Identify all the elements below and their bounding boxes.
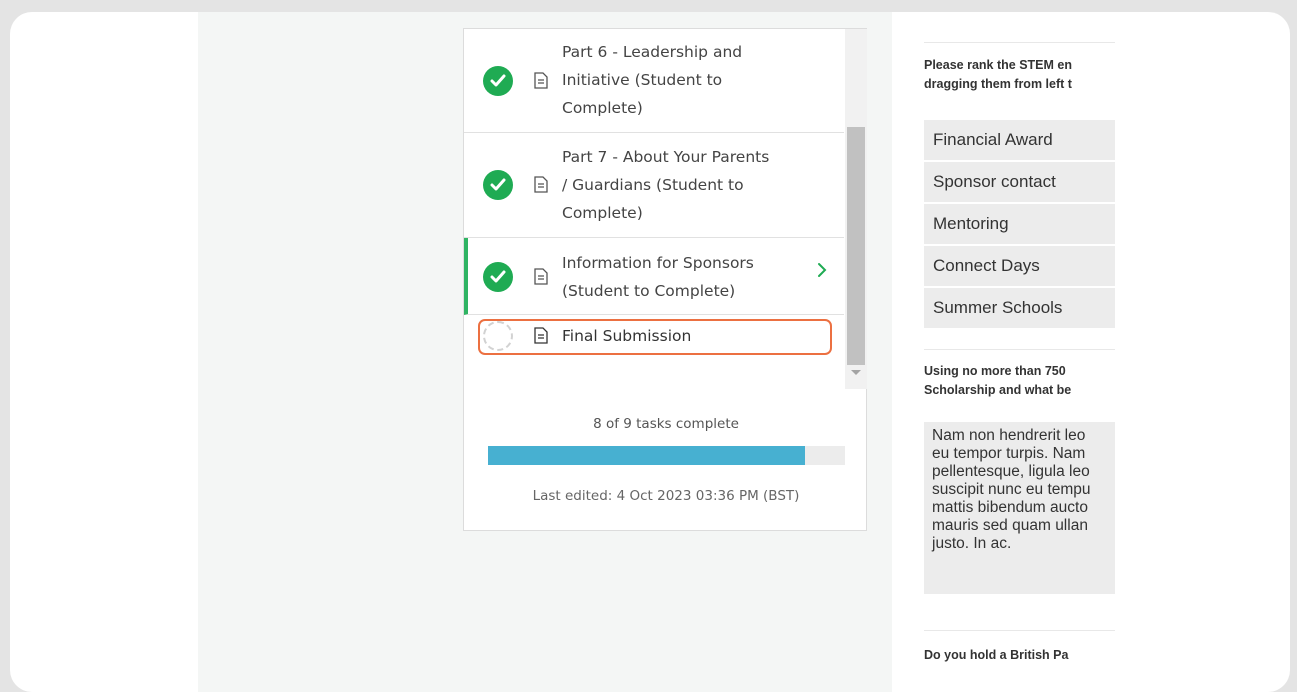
question-line: Please rank the STEM en bbox=[924, 58, 1072, 72]
task-item-information-for-sponsors[interactable]: Information for Sponsors (Student to Com… bbox=[464, 238, 844, 315]
progress-text: 8 of 9 tasks complete bbox=[593, 416, 739, 432]
passport-question: Do you hold a British Pa bbox=[924, 648, 1069, 662]
divider bbox=[924, 42, 1115, 43]
task-label: Information for Sponsors (Student to Com… bbox=[562, 249, 812, 305]
scroll-down-arrow-icon[interactable] bbox=[851, 370, 861, 375]
check-circle-icon bbox=[483, 170, 513, 200]
task-item-part-7[interactable]: Part 7 - About Your Parents / Guardians … bbox=[464, 133, 844, 238]
essay-question: Using no more than 750 Scholarship and w… bbox=[924, 362, 1115, 400]
rank-question: Please rank the STEM en dragging them fr… bbox=[924, 56, 1115, 94]
task-label-line: Complete) bbox=[562, 204, 643, 222]
rank-item-summer-schools[interactable]: Summer Schools bbox=[924, 288, 1115, 330]
task-label-line: (Student to Complete) bbox=[562, 282, 736, 300]
task-item-final-submission[interactable]: Final Submission bbox=[464, 315, 844, 389]
task-label: Part 7 - About Your Parents / Guardians … bbox=[562, 143, 812, 227]
chevron-right-icon bbox=[818, 263, 827, 277]
last-edited-text: Last edited: 4 Oct 2023 03:36 PM (BST) bbox=[532, 488, 800, 504]
document-icon bbox=[534, 268, 548, 285]
document-icon bbox=[534, 72, 548, 89]
form-area: Please rank the STEM en dragging them fr… bbox=[904, 12, 1115, 692]
essay-textarea[interactable]: Nam non hendrerit leo eu tempor turpis. … bbox=[924, 422, 1115, 594]
task-item-part-6[interactable]: Part 6 - Leadership and Initiative (Stud… bbox=[464, 29, 844, 133]
task-label-line: Initiative (Student to bbox=[562, 71, 723, 89]
task-label-line: Part 7 - About Your Parents bbox=[562, 148, 770, 166]
task-label-line: Complete) bbox=[562, 99, 643, 117]
divider bbox=[924, 630, 1115, 631]
task-list: Part 6 - Leadership and Initiative (Stud… bbox=[464, 29, 844, 389]
rank-list: Financial Award Sponsor contact Mentorin… bbox=[924, 120, 1115, 330]
rank-item-financial-award[interactable]: Financial Award bbox=[924, 120, 1115, 162]
question-line: Using no more than 750 bbox=[924, 364, 1066, 378]
question-line: dragging them from left t bbox=[924, 77, 1072, 91]
check-circle-icon bbox=[483, 66, 513, 96]
task-panel: Part 6 - Leadership and Initiative (Stud… bbox=[463, 28, 867, 531]
screenshot-frame: Part 6 - Leadership and Initiative (Stud… bbox=[10, 12, 1290, 692]
check-circle-icon bbox=[483, 262, 513, 292]
task-label-line: Information for Sponsors bbox=[562, 254, 754, 272]
document-icon bbox=[534, 176, 548, 193]
scrollbar-thumb[interactable] bbox=[847, 127, 865, 365]
task-label-line: / Guardians (Student to bbox=[562, 176, 744, 194]
progress-bar bbox=[488, 446, 845, 465]
highlight-box bbox=[478, 319, 832, 355]
task-label-line: Part 6 - Leadership and bbox=[562, 43, 743, 61]
divider bbox=[924, 349, 1115, 350]
progress-bar-fill bbox=[488, 446, 806, 465]
rank-item-connect-days[interactable]: Connect Days bbox=[924, 246, 1115, 288]
scrollbar[interactable] bbox=[845, 29, 867, 389]
question-line: Scholarship and what be bbox=[924, 383, 1072, 397]
rank-item-sponsor-contact[interactable]: Sponsor contact bbox=[924, 162, 1115, 204]
rank-item-mentoring[interactable]: Mentoring bbox=[924, 204, 1115, 246]
task-label: Part 6 - Leadership and Initiative (Stud… bbox=[562, 38, 812, 122]
